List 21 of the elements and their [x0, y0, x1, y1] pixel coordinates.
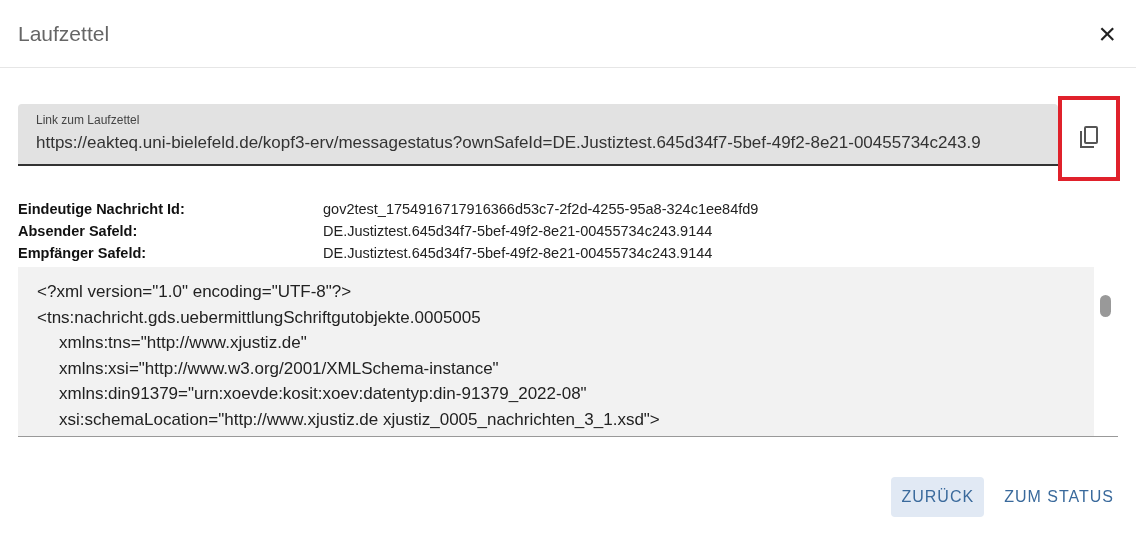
- close-button[interactable]: ×: [1094, 18, 1120, 49]
- xml-text-area[interactable]: [18, 267, 1118, 437]
- detail-label: Eindeutige Nachricht Id:: [18, 201, 186, 217]
- field-label: Link zum Laufzettel: [36, 113, 141, 127]
- detail-label: Empfänger Safeld:: [18, 245, 148, 261]
- link-field[interactable]: Link zum Laufzettel https://eakteq.uni-bielefeld.de/kopf3-erv/messagestatus?ownSafeId=DE.Justiztest.645d34f7-5bef-49f2-8e21-00455734c243.9: [18, 104, 1058, 166]
- copy-icon: [1078, 125, 1100, 149]
- detail-value: DE.Justiztest.645d34f7-5bef-49f2-8e21-00455734c243.9144: [323, 245, 714, 261]
- xml-line: xmlns:xsi="http://www.w3.org/2001/XMLSchema-instance": [58, 357, 500, 380]
- field-value: https://eakteq.uni-bielefeld.de/kopf3-erv/messagestatus?ownSafeId=DE.Justiztest.645d34f7-5bef-49f2-8e21-00455734c243.9: [36, 133, 981, 152]
- dialog-title: Laufzettel: [18, 21, 110, 46]
- detail-value: DE.Justiztest.645d34f7-5bef-49f2-8e21-00455734c243.9144: [323, 223, 714, 239]
- xml-line: xmlns:din91379="urn:xoevde:kosit:xoev:datentyp:din-91379_2022-08": [58, 383, 588, 405]
- xml-line: <tns:nachricht.gds.uebermittlungSchriftgutobjekte.0005005: [37, 306, 482, 329]
- dialog-button[interactable]: ZURÜCK: [891, 477, 985, 517]
- xml-line: xmlns:tns="http://www.xjustiz.de": [58, 332, 308, 354]
- xml-line: xsi:schemaLocation="http://www.xjustiz.de xjustiz_0005_nachrichten_3_1.xsd">: [58, 408, 661, 431]
- detail-label: Absender Safeld:: [18, 223, 139, 239]
- xml-line: <?xml version="1.0" encoding="UTF-8"?>: [37, 281, 353, 303]
- detail-value: gov2test_1754916717916366d53c7-2f2d-4255-95a8-324c1ee84fd9: [323, 201, 760, 217]
- dialog-button[interactable]: ZUM STATUS: [994, 477, 1124, 517]
